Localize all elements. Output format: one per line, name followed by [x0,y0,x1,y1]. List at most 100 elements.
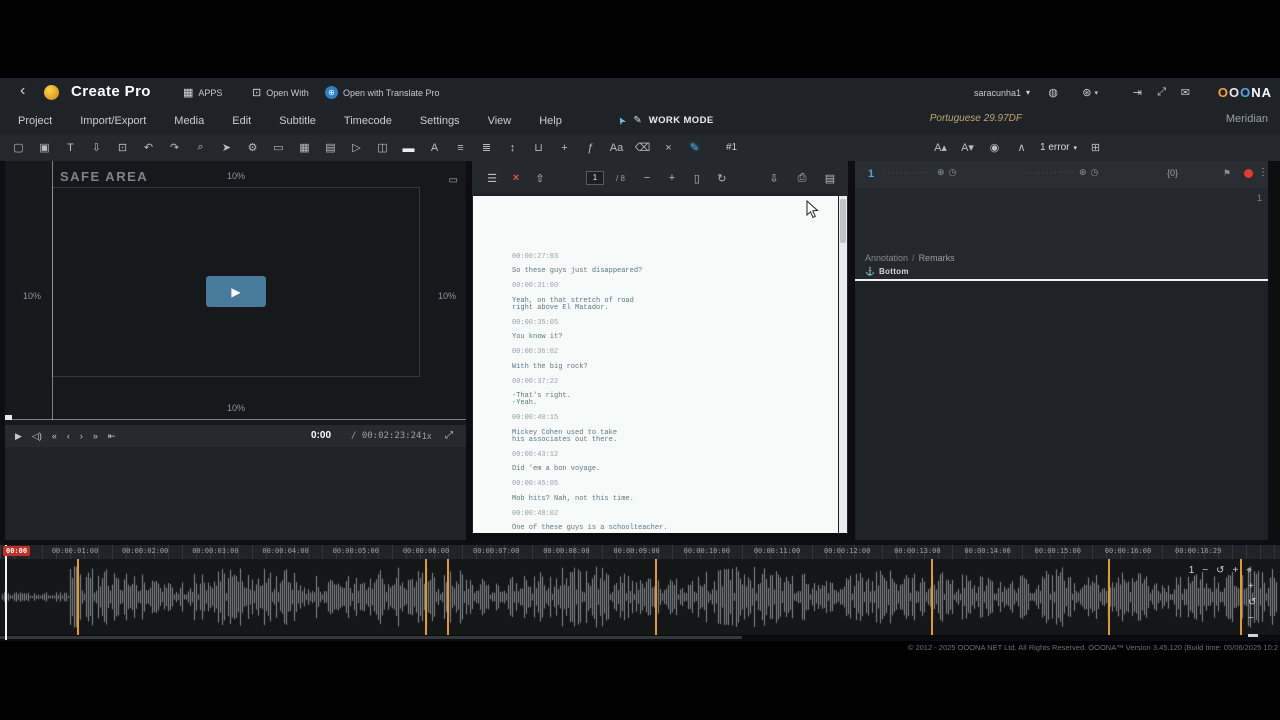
play-icon[interactable]: ▶ [15,431,22,442]
next-frame-icon[interactable]: › [80,431,83,441]
clear-icon[interactable]: × [660,142,677,154]
collapse-icon[interactable]: ∧ [1013,141,1030,154]
redo-icon[interactable]: ↷ [166,141,183,154]
locate-icon[interactable]: ⌖ [1246,565,1252,576]
playhead-line[interactable] [5,545,7,640]
zoom-reset-icon[interactable]: ↺ [1216,565,1224,576]
settings-gear-icon[interactable]: ⚙ [244,141,261,154]
merge-rows-icon[interactable]: ⊔ [530,141,547,154]
script-document-page[interactable]: 00:00:27:03So these guys just disappeare… [473,196,838,533]
fullscreen-button[interactable]: ⤢ [1157,78,1166,107]
exit-session-button[interactable]: ⇥ [1133,78,1142,107]
delete-row-icon[interactable]: ⌫ [634,141,651,154]
save-icon[interactable]: ▣ [36,141,53,154]
menu-timecode[interactable]: Timecode [330,115,406,127]
work-mode-switch[interactable]: ➤ ✎ WORK MODE [618,107,714,134]
zoom-out-icon[interactable]: − [1202,565,1208,576]
menu-project[interactable]: Project [4,115,66,127]
search-icon[interactable]: ⌕ [192,141,209,154]
tab-annotation[interactable]: Annotation [865,253,908,263]
subtitle-boundary-marker[interactable] [655,559,657,635]
playback-rate[interactable]: 1x [422,431,432,441]
visibility-eye-icon[interactable]: ◉ [986,141,1003,154]
set-out-time-icon[interactable]: ⊕ [1079,167,1087,178]
download-icon[interactable]: ⇩ [766,172,782,185]
zoom-out-icon[interactable]: − [639,172,655,184]
subtitle-row[interactable]: 1 ············ ⊕ ◷ ············ ⊕ ◷ {0} … [855,161,1268,188]
user-menu[interactable]: saracunha1 ▾ [974,78,1030,107]
position-selector[interactable]: ⚓ Bottom [865,267,909,276]
open-with-translate-button[interactable]: ⊕ Open with Translate Pro [325,78,440,107]
subtitle-box-icon[interactable]: ▬ [400,141,417,155]
menu-media[interactable]: Media [160,115,218,127]
apps-button[interactable]: ▦ APPS [183,78,222,107]
video-viewport[interactable]: SAFE AREA 10% 10% 10% 10% ▭ ▶ [5,161,466,425]
upload-icon[interactable]: ⇧ [532,172,548,185]
font-decrease-icon[interactable]: A▾ [959,141,976,154]
scrollbar-thumb[interactable] [840,199,846,243]
subtitle-boundary-marker[interactable] [447,559,449,635]
video-fullscreen-icon[interactable]: ⤢ [445,430,453,441]
send-icon[interactable]: ➤ [218,141,235,154]
tag-icon[interactable]: ⚑ [1223,168,1231,179]
timeline-ruler[interactable]: 00:00:01:0000:00:02:0000:00:03:0000:00:0… [0,545,1280,559]
list-view-icon[interactable]: ▤ [822,172,838,185]
expand-tracks-icon[interactable]: + [1248,581,1258,592]
menu-edit[interactable]: Edit [218,115,265,127]
set-in-time-icon[interactable]: ⊕ [937,167,945,178]
menu-view[interactable]: View [474,115,526,127]
volume-icon[interactable]: ◁) [32,431,42,442]
preview-play-icon[interactable]: ▷ [348,141,365,154]
snapshot-icon[interactable]: ▦ [296,141,313,154]
align-justify-icon[interactable]: ≡ [452,142,469,154]
row-menu-icon[interactable]: ⋮ [1258,167,1268,178]
open-with-button[interactable]: ⊡ Open With [252,78,309,107]
tab-remarks[interactable]: Remarks [919,253,955,263]
letter-case-icon[interactable]: Aa [608,142,625,154]
export-icon[interactable]: ⇩ [88,141,105,154]
row-height-icon[interactable]: ↕ [504,142,521,154]
subtitle-boundary-marker[interactable] [931,559,933,635]
tips-bulb-button[interactable]: ◍ [1048,78,1058,107]
track-count-icon[interactable]: 1 [1189,565,1195,576]
prev-frame-icon[interactable]: ‹ [67,431,70,441]
next-subtitle-icon[interactable]: » [93,431,98,441]
video-output-icon[interactable]: ▭ [449,175,458,186]
reset-zoom-icon[interactable]: ↺ [1248,597,1258,608]
zoom-in-icon[interactable]: + [664,172,680,184]
waveform-track[interactable] [0,559,1280,635]
document-icon[interactable]: ⊡ [114,141,131,154]
new-file-icon[interactable]: ▢ [10,141,27,154]
prev-subtitle-icon[interactable]: « [52,431,57,441]
collapse-tracks-icon[interactable]: − [1248,613,1258,624]
zoom-in-icon[interactable]: + [1233,565,1239,576]
menu-icon[interactable]: ☰ [484,172,500,185]
page-view-icon[interactable]: ▯ [689,172,705,185]
print-icon[interactable]: ⎙ [794,172,810,185]
close-icon[interactable]: × [508,172,524,184]
script-scrollbar[interactable] [839,196,847,533]
jump-start-icon[interactable]: ⇤ [108,431,116,442]
video-progress-handle[interactable] [5,415,12,420]
monitor-icon[interactable]: ▭ [270,141,287,154]
menu-settings[interactable]: Settings [406,115,474,127]
timeline-scrollbar-thumb[interactable] [0,636,742,639]
split-view-icon[interactable]: ◫ [374,141,391,154]
menu-subtitle[interactable]: Subtitle [265,115,330,127]
timeline-scrollbar[interactable] [0,635,1280,640]
subtitle-boundary-marker[interactable] [1108,559,1110,635]
font-style-icon[interactable]: A [426,142,443,154]
back-button[interactable]: ‹ [20,82,25,100]
draw-pen-icon[interactable]: ✎ [686,141,703,154]
text-import-icon[interactable]: T [62,142,79,154]
align-center-icon[interactable]: ≣ [478,141,495,154]
font-increase-icon[interactable]: A▴ [932,141,949,154]
menu-import-export[interactable]: Import/Export [66,115,160,127]
menu-help[interactable]: Help [525,115,576,127]
subtitle-view-icon[interactable]: ▤ [322,141,339,154]
grid-view-icon[interactable]: ⊞ [1087,141,1104,154]
video-play-overlay-button[interactable]: ▶ [206,276,266,307]
language-globe-button[interactable]: ⊛ ▾ [1082,78,1098,107]
undo-icon[interactable]: ↶ [140,141,157,154]
subtitle-boundary-marker[interactable] [425,559,427,635]
